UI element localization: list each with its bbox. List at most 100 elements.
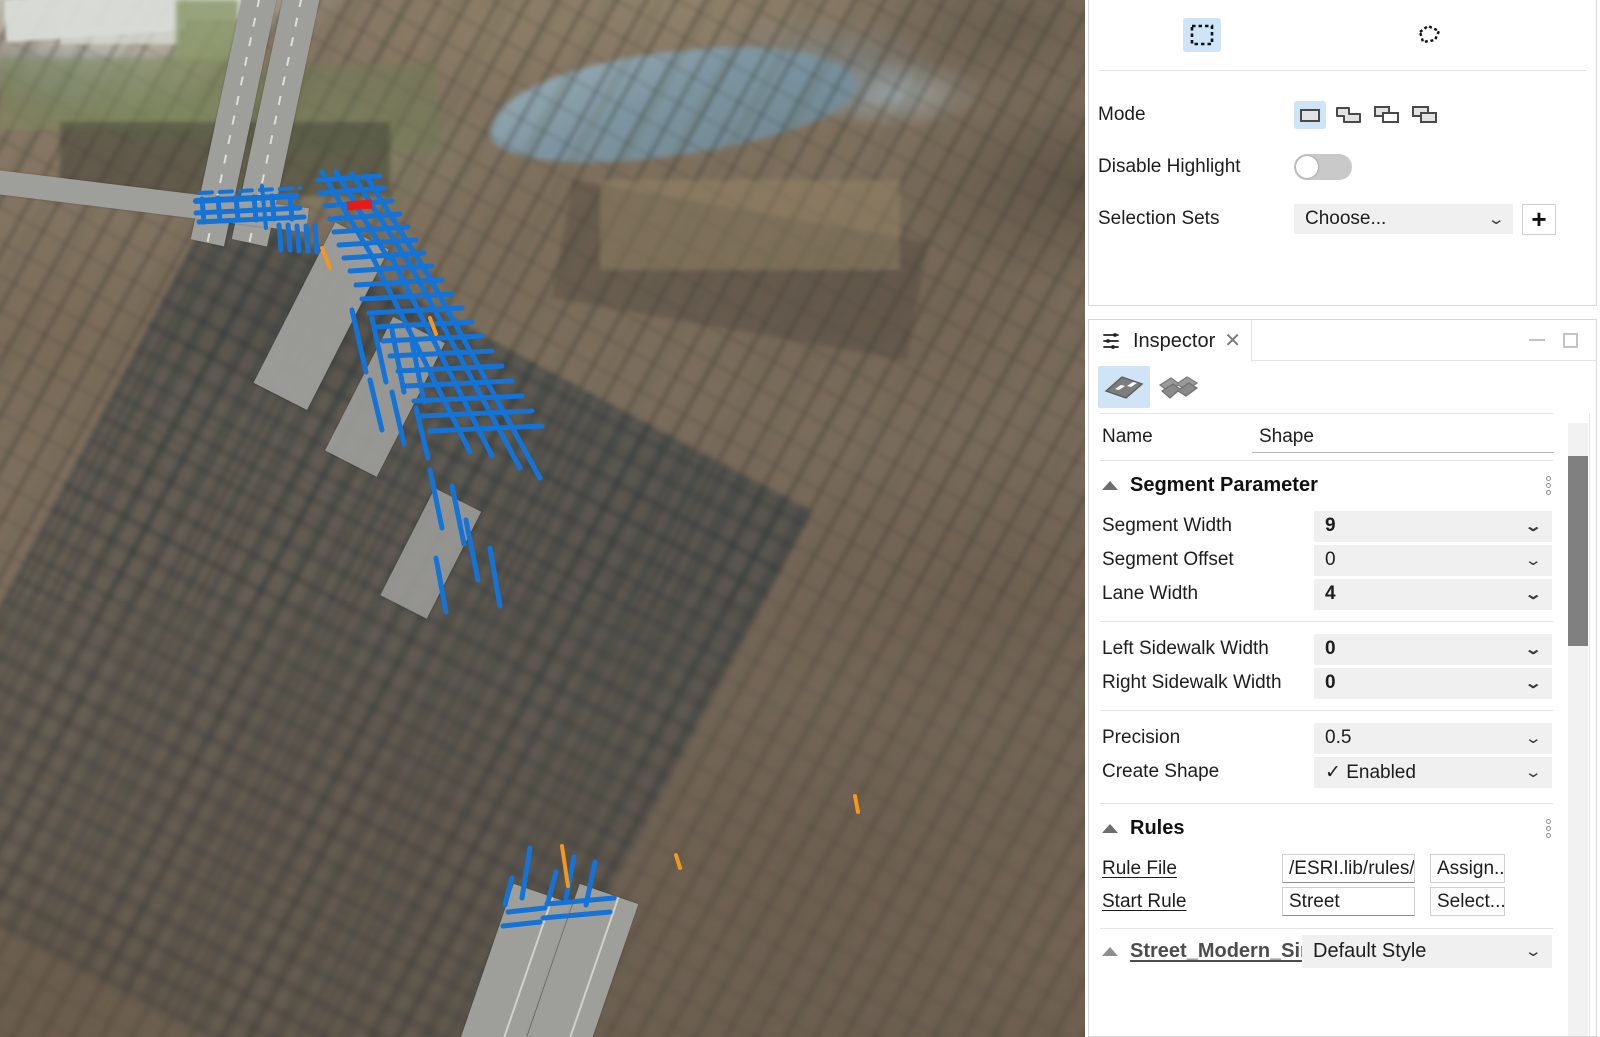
inspector-titlebar: Inspector ✕ [1089,320,1596,362]
start-rule-value: Street [1289,890,1340,912]
chevron-up-icon[interactable] [1102,480,1118,490]
street-junction-tab[interactable] [1152,366,1204,408]
selection-sets-label: Selection Sets [1098,208,1220,229]
rectangle-marquee-icon [1190,24,1214,46]
field-patch [600,180,900,270]
mode-replace-button[interactable] [1294,101,1326,129]
create-shape-dropdown[interactable]: ✓ Enabled ⌄ [1314,756,1552,788]
toggle-knob [1296,156,1318,178]
segment-offset-value: 0 [1325,549,1336,570]
rule-name-label[interactable]: Street_Modern_Sin [1130,940,1302,963]
inspector-scrollbar[interactable] [1568,423,1588,1036]
lane-width-value: 4 [1325,583,1336,604]
property-row: Precision 0.5 ⌄ [1089,721,1564,755]
lane-width-dropdown[interactable]: 4 ⌄ [1314,578,1552,610]
minimize-icon[interactable] [1529,339,1545,341]
mode-subtract-button[interactable] [1370,101,1402,129]
rule-style-row: Street_Modern_Sin Default Style ⌄ [1089,929,1564,973]
property-row: Left Sidewalk Width 0 ⌄ [1089,632,1564,666]
left-sidewalk-width-value: 0 [1325,638,1336,659]
maximize-icon[interactable] [1563,332,1578,348]
property-row: Segment Width 9 ⌄ [1089,509,1564,543]
selection-sets-value: Choose... [1305,208,1387,229]
rule-style-value: Default Style [1313,939,1427,962]
segment-parameter-group-3: Precision 0.5 ⌄ Create Shape ✓ Enabled ⌄ [1089,721,1564,789]
name-label: Name [1102,426,1153,447]
lasso-polygon-icon [1418,24,1441,44]
3d-scene-viewport[interactable] [0,0,1085,1037]
select-rule-button[interactable]: Select... [1430,887,1505,916]
right-sidewalk-width-label: Right Sidewalk Width [1102,672,1282,693]
street-segment-tab[interactable] [1098,366,1150,408]
start-rule-label[interactable]: Start Rule [1102,891,1282,913]
selection-tool-bar [1089,0,1596,70]
segment-width-dropdown[interactable]: 9 ⌄ [1314,510,1552,542]
mode-label: Mode [1098,104,1146,125]
segment-offset-dropdown[interactable]: 0 ⌄ [1314,544,1552,576]
chevron-up-icon[interactable] [1102,823,1118,833]
rules-title: Rules [1130,816,1185,839]
lasso-select-tool[interactable] [1411,18,1449,52]
assign-button-label: Assign... [1437,857,1505,879]
inspector-tab-label: Inspector [1133,329,1216,352]
disable-highlight-row: Disable Highlight [1089,141,1596,193]
name-input[interactable]: Shape [1252,422,1554,453]
segment-parameter-group-2: Left Sidewalk Width 0 ⌄ Right Sidewalk W… [1089,632,1564,700]
disable-highlight-toggle[interactable] [1294,154,1352,180]
selection-sets-dropdown[interactable]: Choose... ⌄ [1294,204,1513,234]
chevron-down-icon: ⌄ [1524,943,1543,960]
property-row: Right Sidewalk Width 0 ⌄ [1089,666,1564,700]
rule-style-dropdown[interactable]: Default Style ⌄ [1302,934,1552,968]
right-sidewalk-width-value: 0 [1325,672,1336,693]
close-icon[interactable]: ✕ [1224,331,1241,351]
create-shape-label: Create Shape [1102,761,1220,782]
selection-sets-row: Selection Sets Choose... ⌄ + [1089,193,1596,245]
rectangle-select-tool[interactable] [1183,18,1221,52]
rule-file-row: Rule File /ESRI.lib/rules/ Assign... [1089,852,1564,885]
precision-value: 0.5 [1325,727,1352,748]
name-row: Name Shape [1089,414,1564,460]
selection-options: Mode Disable Highlight Selection Sets Ch… [1089,71,1596,245]
disable-highlight-label: Disable Highlight [1098,156,1241,177]
segment-parameter-header[interactable]: Segment Parameter [1089,461,1564,509]
lane-width-label: Lane Width [1102,583,1199,604]
segment-parameter-title: Segment Parameter [1130,473,1318,496]
right-sidewalk-width-dropdown[interactable]: 0 ⌄ [1314,667,1552,699]
sliders-icon [1103,333,1119,349]
assign-rule-button[interactable]: Assign... [1430,854,1505,883]
overflow-dots-icon[interactable] [1546,818,1551,838]
overflow-dots-icon[interactable] [1546,475,1551,495]
inspector-subtoolbar [1089,361,1596,413]
scrollbar-thumb[interactable] [1568,456,1588,646]
property-row: Lane Width 4 ⌄ [1089,577,1564,611]
start-rule-input[interactable]: Street [1282,887,1415,916]
plus-icon: + [1531,204,1547,234]
chevron-down-icon: ⌄ [1524,586,1543,603]
add-selection-icon [1335,107,1361,123]
street-junction-icon [1158,376,1199,399]
inspector-panel: Inspector ✕ Name Shape Segment Parameter… [1088,319,1597,1037]
chevron-down-icon: ⌄ [1524,641,1543,658]
mode-add-button[interactable] [1332,101,1364,129]
rule-file-label[interactable]: Rule File [1102,858,1282,880]
start-rule-row: Start Rule Street Select... [1089,885,1564,918]
field-patch [0,58,240,130]
panel-edge [1589,413,1596,1036]
chevron-up-icon[interactable] [1102,946,1118,956]
chevron-down-icon: ⌄ [1524,730,1543,747]
rule-file-input[interactable]: /ESRI.lib/rules/ [1282,854,1415,883]
rules-header[interactable]: Rules [1089,804,1564,852]
segment-width-label: Segment Width [1102,515,1232,536]
add-selection-set-button[interactable]: + [1522,203,1556,235]
mode-intersect-button[interactable] [1408,101,1440,129]
intersect-selection-icon [1411,106,1437,123]
property-row: Segment Offset 0 ⌄ [1089,543,1564,577]
left-sidewalk-width-dropdown[interactable]: 0 ⌄ [1314,633,1552,665]
chevron-down-icon: ⌄ [1524,518,1543,535]
tab-inspector[interactable]: Inspector ✕ [1089,320,1253,362]
right-panel-column: Mode Disable Highlight Selection Sets Ch… [1085,0,1600,1037]
precision-dropdown[interactable]: 0.5 ⌄ [1314,722,1552,754]
